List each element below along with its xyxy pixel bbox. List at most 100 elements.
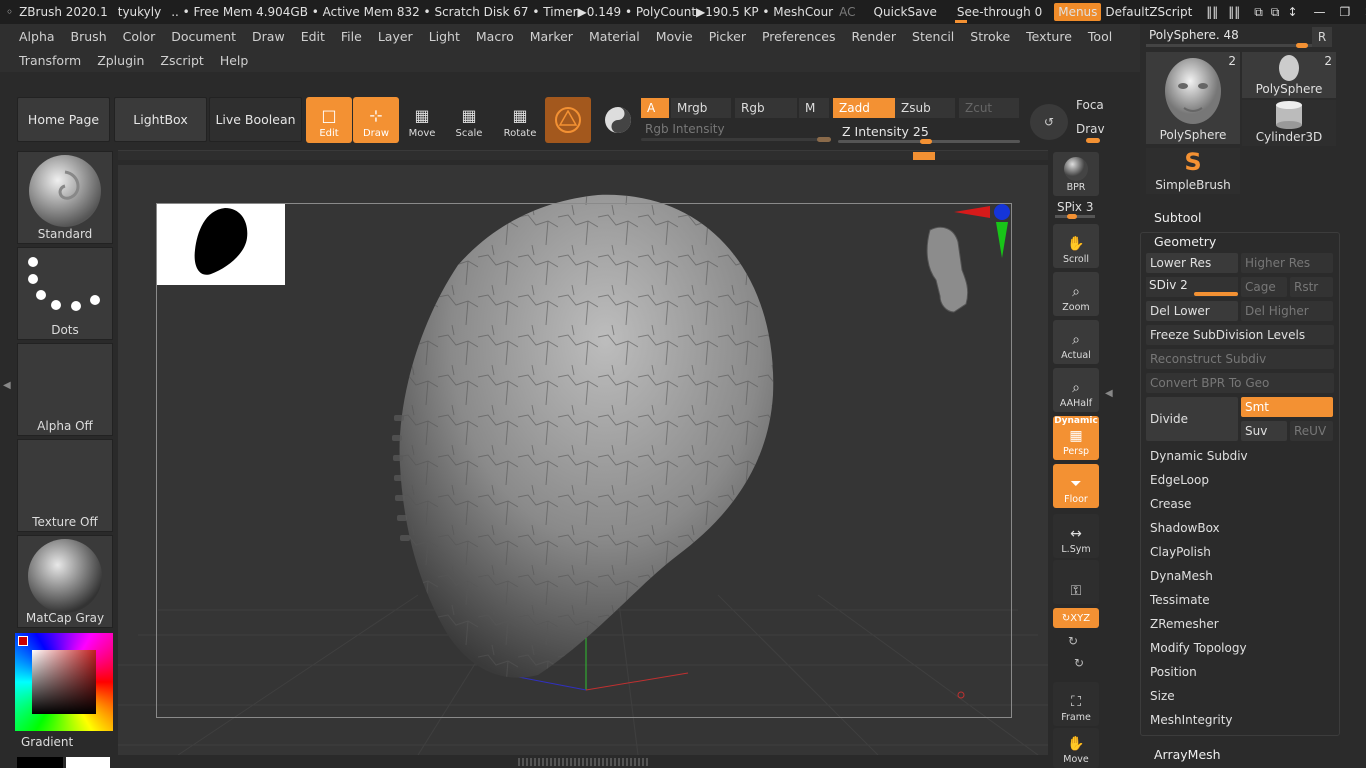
section-modify-topology[interactable]: Modify Topology [1146,638,1334,658]
menu-material[interactable]: Material [581,29,648,44]
layout-icon[interactable]: ‖‖ [1206,5,1218,19]
primary-color-swatch[interactable] [18,636,28,646]
solo-button[interactable] [595,97,641,143]
gizmo-button[interactable] [545,97,591,143]
section-size[interactable]: Size [1146,686,1334,706]
section-position[interactable]: Position [1146,662,1334,682]
layout2-icon[interactable]: ‖‖ [1228,5,1240,19]
left-tray-arrow-icon[interactable]: ◀ [3,380,11,391]
lightbox-button[interactable]: LightBox [114,97,207,142]
persp-button[interactable]: Dynamic ▦ Persp [1053,416,1099,460]
move-view-button[interactable]: ✋ Move [1053,728,1099,768]
texture-thumbnail[interactable]: Texture Off [17,439,113,532]
menu-layer[interactable]: Layer [370,29,421,44]
menu-stroke[interactable]: Stroke [962,29,1018,44]
menu-render[interactable]: Render [844,29,905,44]
menu-stencil[interactable]: Stencil [904,29,962,44]
polysphere-slider[interactable]: PolySphere. 48 [1146,26,1312,48]
menu-light[interactable]: Light [421,29,468,44]
color-picker[interactable] [15,633,113,731]
rotate-z-icon[interactable]: ↻ [1074,656,1084,670]
aahalf-button[interactable]: ⌕ AAHalf [1053,368,1099,412]
lower-res-button[interactable]: Lower Res [1146,253,1238,273]
convert-bpr-button[interactable]: Convert BPR To Geo [1146,373,1334,393]
bpr-button[interactable]: BPR [1053,152,1099,196]
section-claypolish[interactable]: ClayPolish [1146,542,1334,562]
tool-polysphere-active[interactable]: 2 PolySphere [1146,52,1240,144]
menu-movie[interactable]: Movie [648,29,701,44]
secondary-color-white[interactable] [66,757,110,768]
zoom-button[interactable]: ⌕ Zoom [1053,272,1099,316]
menu-alpha[interactable]: Alpha [0,29,63,44]
divide-button[interactable]: Divide [1146,397,1238,441]
focal-shift-icon[interactable]: ↺ [1030,104,1068,140]
section-dynamesh[interactable]: DynaMesh [1146,566,1334,586]
menu-macro[interactable]: Macro [468,29,522,44]
z-intensity-slider[interactable]: Z Intensity 25 [838,122,1020,144]
secondary-color-black[interactable] [17,757,63,768]
scroll-button[interactable]: ✋ Scroll [1053,224,1099,268]
bottom-tray-handle[interactable] [518,758,648,766]
default-zscript[interactable]: DefaultZScript [1105,5,1192,19]
navigation-thumbnail[interactable] [157,204,285,285]
minimize-icon[interactable]: — [1314,5,1326,19]
section-zremesher[interactable]: ZRemesher [1146,614,1334,634]
a-toggle[interactable]: A [641,98,669,118]
mrgb-toggle[interactable]: Mrgb [671,98,731,118]
reuv-button[interactable]: ReUV [1290,421,1333,441]
spix-slider[interactable]: SPix 3 [1053,200,1099,222]
menu-draw[interactable]: Draw [244,29,293,44]
rotate-button[interactable]: ▦ Rotate [497,97,543,143]
menu-marker[interactable]: Marker [522,29,581,44]
section-edgeloop[interactable]: EdgeLoop [1146,470,1334,490]
section-dynamic-subdiv[interactable]: Dynamic Subdiv [1146,446,1334,466]
orientation-gizmo[interactable] [910,200,1010,340]
smt-toggle[interactable]: Smt [1241,397,1333,417]
menu-preferences[interactable]: Preferences [754,29,844,44]
menu-help[interactable]: Help [212,53,257,68]
lock-button[interactable]: ⚿ [1053,560,1099,604]
frame-button[interactable]: ⛶ Frame [1053,682,1099,726]
rstr-button[interactable]: Rstr [1290,277,1333,297]
menu-zplugin[interactable]: Zplugin [89,53,152,68]
material-thumbnail[interactable]: MatCap Gray [17,535,113,628]
menus-button[interactable]: Menus [1054,3,1102,21]
tool-simplebrush[interactable]: S SimpleBrush [1146,148,1240,194]
menu-document[interactable]: Document [163,29,244,44]
alpha-thumbnail[interactable]: Alpha Off [17,343,113,436]
subtool-header[interactable]: Subtool [1154,210,1201,225]
suv-toggle[interactable]: Suv [1241,421,1287,441]
restore-icon[interactable]: ❐ [1340,5,1351,19]
move-button[interactable]: ▦ Move [399,97,445,143]
timeline-strip[interactable] [118,150,1048,160]
menu-edit[interactable]: Edit [293,29,333,44]
reconstruct-subdiv-button[interactable]: Reconstruct Subdiv [1146,349,1334,369]
del-lower-button[interactable]: Del Lower [1146,301,1238,321]
rgb-intensity-slider[interactable]: Rgb Intensity [641,122,831,142]
live-boolean-button[interactable]: Live Boolean [209,97,302,142]
menu-color[interactable]: Color [115,29,164,44]
del-higher-button[interactable]: Del Higher [1241,301,1333,321]
brush-thumbnail[interactable]: Standard [17,151,113,244]
chevron-icon[interactable]: ↕ [1287,5,1297,19]
rgb-toggle[interactable]: Rgb [735,98,797,118]
lsym-button[interactable]: ↔ L.Sym [1053,514,1099,558]
quicksave-button[interactable]: QuickSave [874,5,937,19]
see-through-slider[interactable]: See-through 0 [954,5,1042,23]
rotate-y-icon[interactable]: ↻ [1068,634,1078,648]
menu-texture[interactable]: Texture [1018,29,1080,44]
sdiv-slider[interactable]: SDiv 2 [1146,277,1238,297]
window-copy-icon[interactable]: ⧉ [1254,5,1263,20]
freeze-subdivision-button[interactable]: Freeze SubDivision Levels [1146,325,1334,345]
window-paste-icon[interactable]: ⧉ [1271,5,1280,20]
menu-picker[interactable]: Picker [701,29,754,44]
section-meshintegrity[interactable]: MeshIntegrity [1146,710,1334,730]
geometry-header[interactable]: Geometry [1154,234,1216,249]
scale-button[interactable]: ▦ Scale [446,97,492,143]
section-tessimate[interactable]: Tessimate [1146,590,1334,610]
stroke-thumbnail[interactable]: Dots [17,247,113,340]
menu-tool[interactable]: Tool [1080,29,1120,44]
zcut-toggle[interactable]: Zcut [959,98,1019,118]
actual-button[interactable]: ⌕ Actual [1053,320,1099,364]
draw-button[interactable]: ⊹ Draw [353,97,399,143]
